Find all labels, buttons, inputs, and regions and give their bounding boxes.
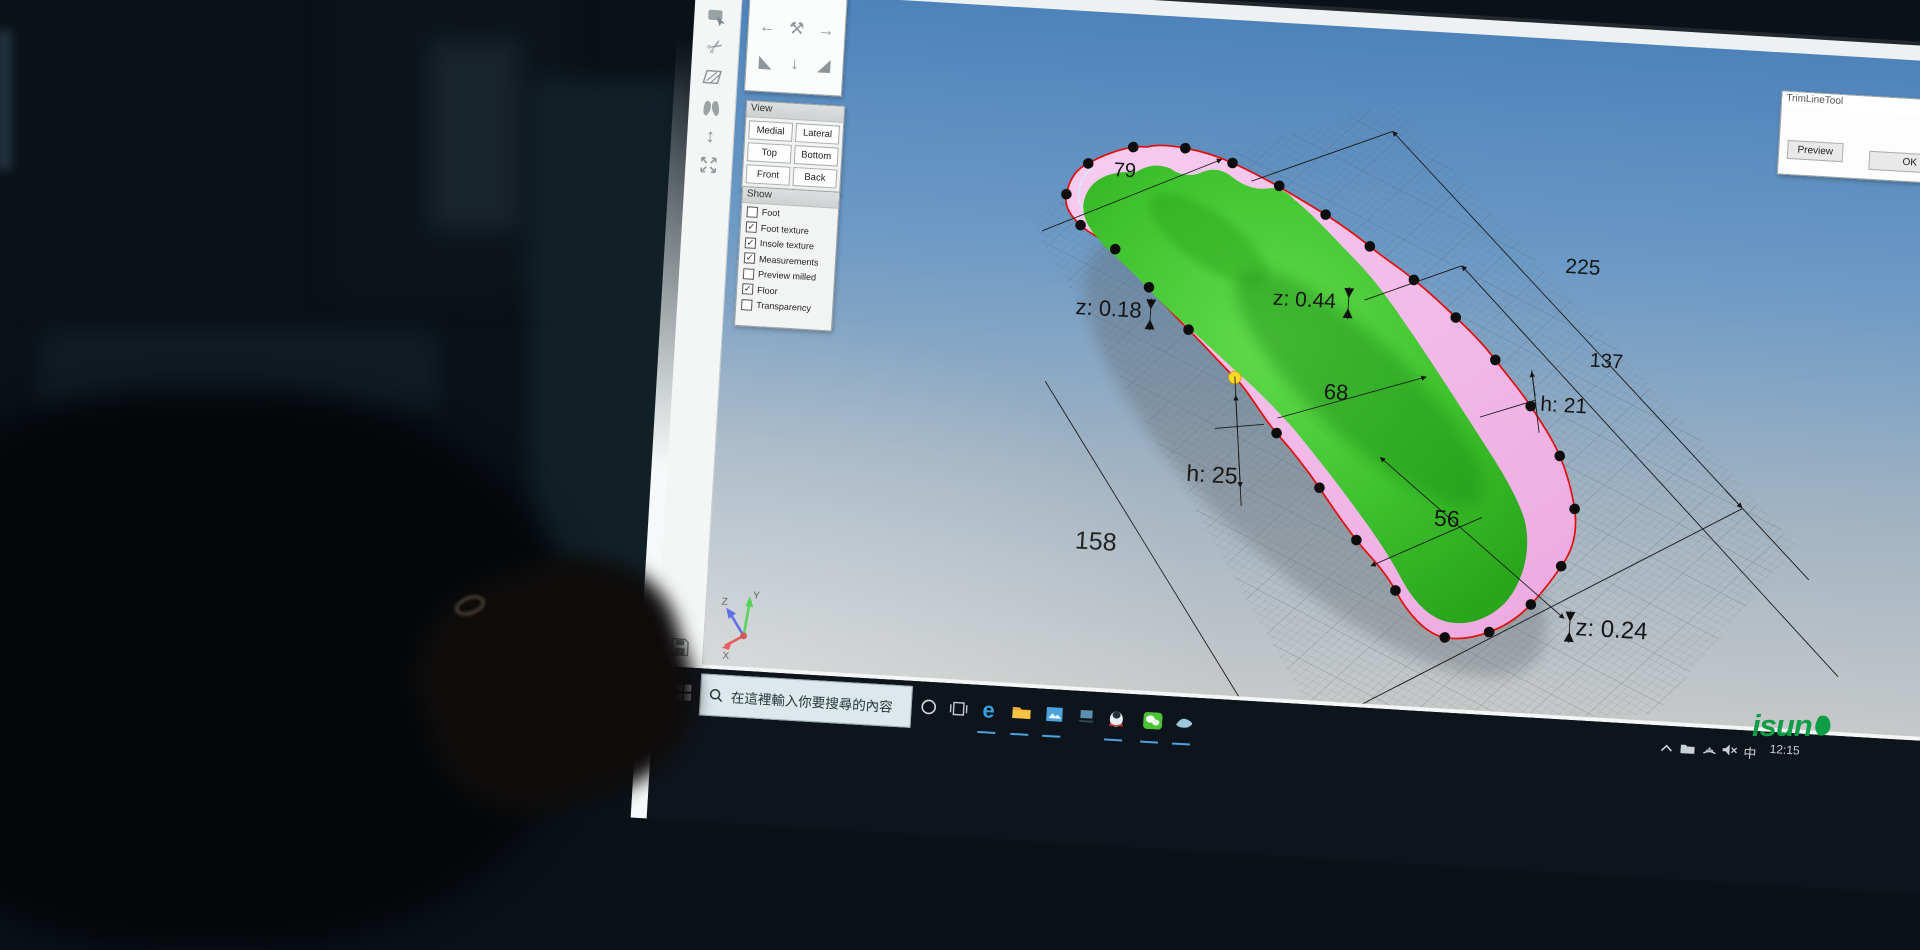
qq-chat-icon[interactable]	[1103, 704, 1130, 731]
open-app-underline	[1104, 738, 1122, 741]
room-lit-panel	[430, 40, 520, 230]
photos-icon[interactable]	[1041, 701, 1068, 728]
viewport-3d[interactable]: 79 225 137 z: 0.18 z: 0.44 68 h: 25 158 …	[702, 0, 1920, 747]
measure-diagonal: 137	[1589, 350, 1624, 374]
tray-ime-indicator[interactable]: 中	[1743, 742, 1757, 762]
taskbar-search-input[interactable]: 在這裡輸入你要搜尋的內容	[699, 673, 913, 727]
pan-left-icon[interactable]: ←	[752, 9, 783, 45]
pan-right-icon[interactable]: →	[810, 12, 841, 48]
isun-logo-text: isun	[1752, 708, 1812, 743]
checkbox[interactable]	[746, 206, 758, 218]
checkbox[interactable]	[741, 299, 753, 311]
measure-length: 225	[1565, 255, 1601, 280]
expand-fit-icon[interactable]	[685, 150, 733, 181]
show-panel: Show Foot ✓ Foot texture ✓ Insole textur…	[734, 186, 840, 332]
view-medial-button[interactable]: Medial	[748, 120, 793, 142]
open-app-underline	[1172, 742, 1190, 745]
measure-toe-width: 79	[1113, 159, 1137, 182]
view-lateral-button[interactable]: Lateral	[795, 123, 840, 145]
isun-foot-glyph	[1812, 714, 1834, 740]
vertical-resize-icon[interactable]: ↕	[686, 122, 734, 153]
search-icon	[709, 688, 724, 703]
tilt-right-icon[interactable]: ◢	[808, 47, 839, 83]
view-back-button[interactable]: Back	[792, 167, 837, 189]
checkbox[interactable]: ✓	[745, 237, 757, 249]
monitor-screen: 79 225 137 z: 0.18 z: 0.44 68 h: 25 158 …	[647, 0, 1920, 900]
tray-chevron-icon[interactable]	[1660, 741, 1673, 756]
preview-button[interactable]: Preview	[1787, 140, 1844, 162]
measure-z-center: z: 0.44	[1272, 287, 1337, 314]
laptop-app-icon[interactable]	[1073, 703, 1100, 730]
view-front-button[interactable]: Front	[745, 164, 790, 186]
edge-browser-icon[interactable]: e	[975, 697, 1002, 724]
navigation-pad-panel: ↺ ↑ ↻ ← ⚒ → ◣ ↓ ◢	[744, 0, 851, 97]
wechat-icon[interactable]	[1139, 706, 1166, 733]
open-app-underline	[1140, 741, 1158, 744]
checkbox[interactable]: ✓	[742, 283, 754, 295]
view-bottom-button[interactable]: Bottom	[794, 145, 839, 167]
isun-logo: isun	[1752, 708, 1834, 744]
measure-mid-width: 68	[1323, 379, 1349, 405]
checkbox[interactable]: ✓	[744, 252, 756, 264]
trimlinetool-dialog: TrimLineTool Preview OK	[1777, 90, 1920, 186]
view-panel: View Medial Lateral Top Bottom Front Bac…	[741, 100, 845, 194]
open-app-underline	[1042, 735, 1060, 738]
open-app-underline	[1010, 733, 1028, 736]
measure-height-right: h: 21	[1540, 393, 1588, 419]
app-icon-misc[interactable]	[1171, 708, 1198, 735]
cortana-icon[interactable]	[915, 693, 942, 720]
room-light-streak	[0, 30, 12, 170]
checkbox[interactable]: ✓	[746, 221, 758, 233]
tray-clock[interactable]: 12:15	[1769, 742, 1800, 758]
photo-of-monitor: { "app": { "nav_pad": { "glyphs": ["↺","…	[0, 0, 1920, 770]
measure-z-heel: z: 0.24	[1575, 614, 1649, 645]
file-explorer-icon[interactable]	[1008, 699, 1035, 726]
pan-down-icon[interactable]: ↓	[779, 45, 810, 81]
insole-pair-icon[interactable]	[688, 94, 736, 125]
tilt-left-icon[interactable]: ◣	[750, 44, 781, 80]
stamp-select-tool-icon[interactable]	[693, 2, 741, 33]
ok-button[interactable]: OK	[1868, 151, 1920, 175]
trim-plane-icon[interactable]	[690, 62, 738, 93]
tray-folder-icon[interactable]	[1680, 743, 1695, 758]
view-top-button[interactable]: Top	[747, 142, 792, 164]
screen-glare	[702, 295, 1257, 699]
task-view-icon[interactable]	[945, 695, 972, 722]
tray-volume-muted-icon[interactable]	[1722, 744, 1738, 759]
open-app-underline	[977, 731, 995, 734]
tools-center-icon[interactable]: ⚒	[781, 11, 812, 47]
tray-network-icon[interactable]	[1702, 743, 1717, 758]
search-placeholder: 在這裡輸入你要搜尋的內容	[730, 686, 893, 716]
checkbox[interactable]	[743, 268, 755, 280]
measure-heel-width: 56	[1433, 505, 1460, 532]
